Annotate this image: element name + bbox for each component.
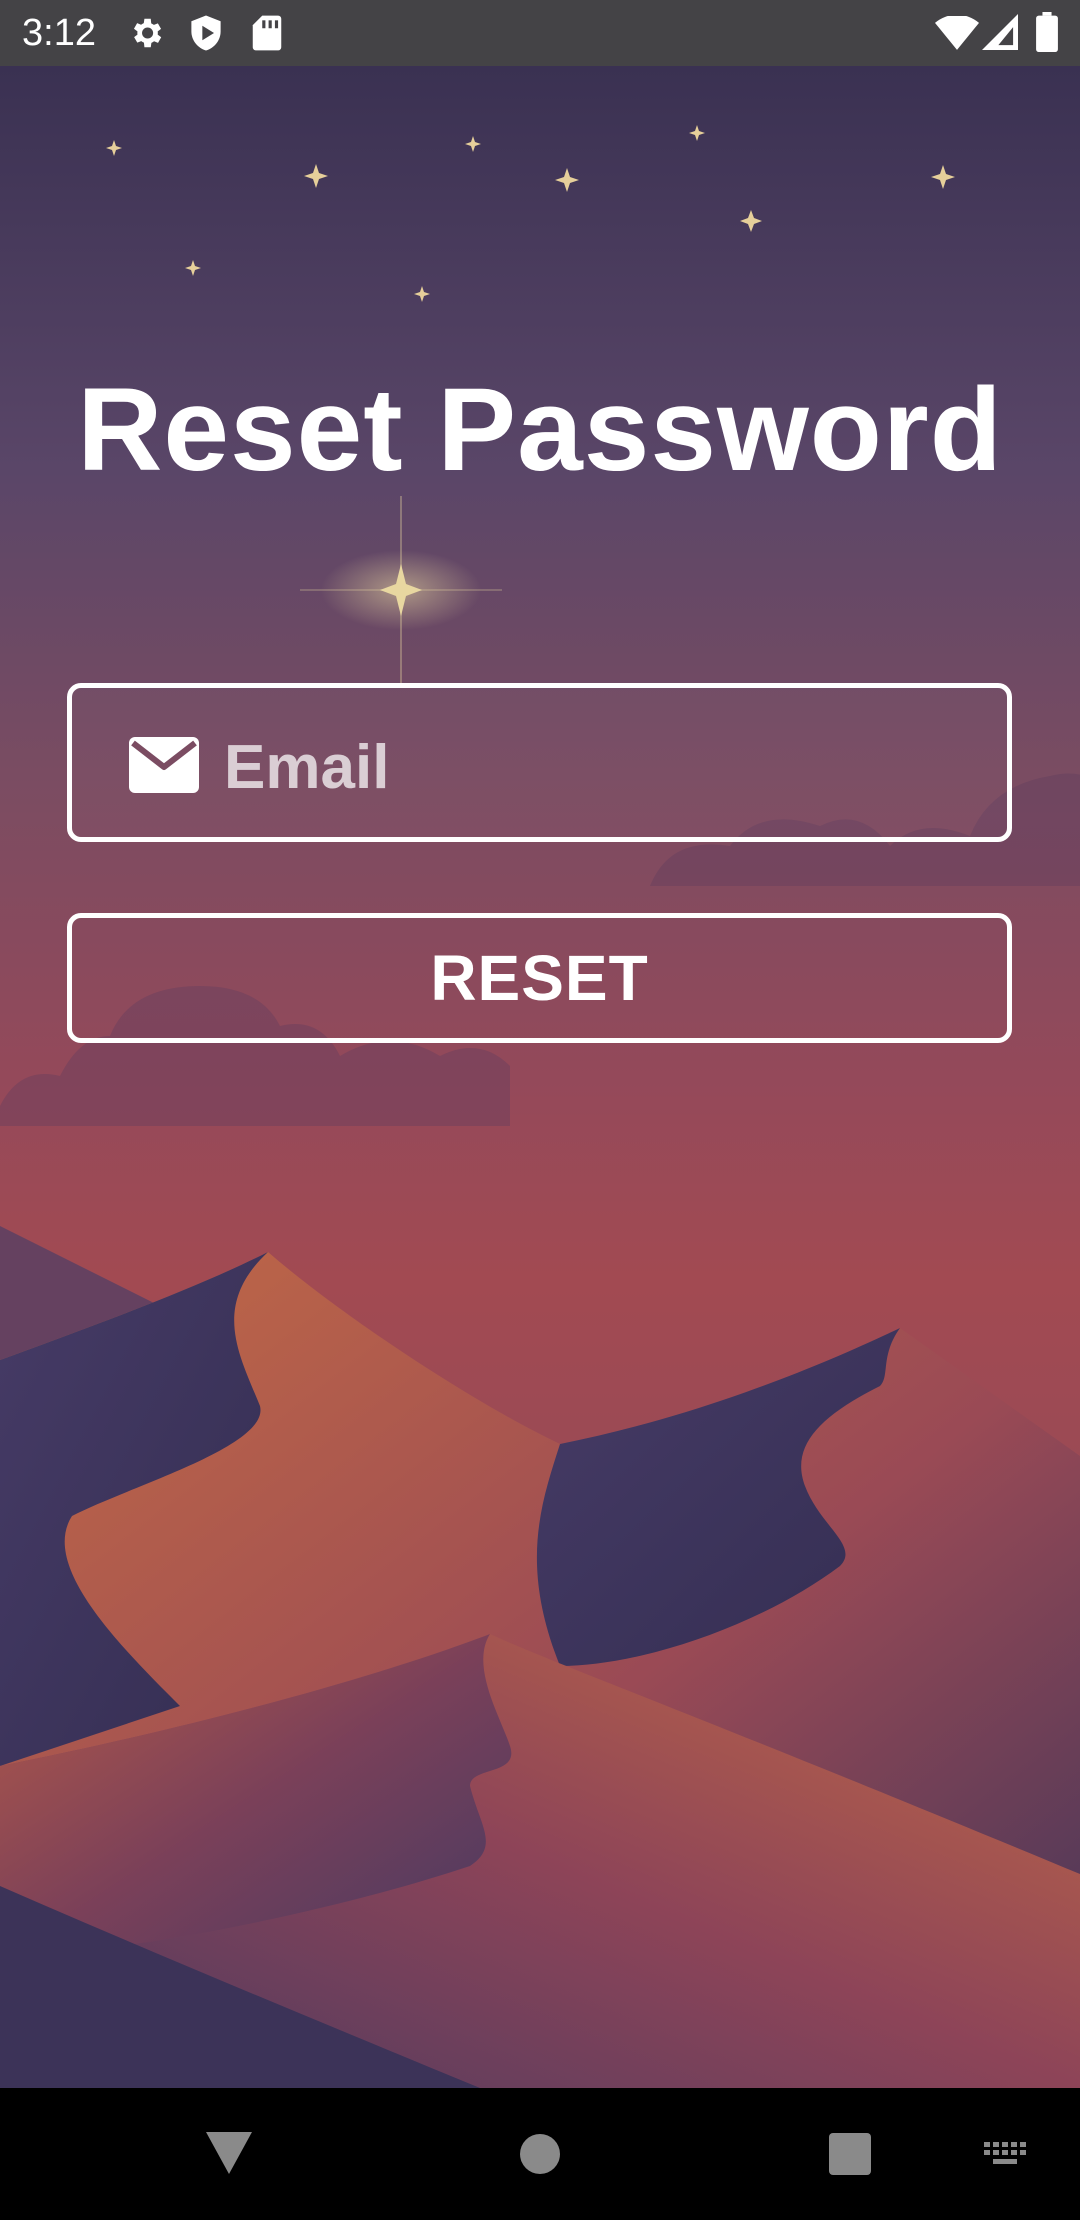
home-icon[interactable] [519,2133,561,2180]
gear-icon [127,14,165,57]
reset-button[interactable]: RESET [67,913,1012,1043]
page-title: Reset Password [77,364,1003,496]
email-input[interactable] [222,716,986,818]
stars [106,125,955,302]
back-icon[interactable] [206,2132,252,2179]
signal-icon [982,14,1018,55]
bright-star [300,496,502,686]
sd-card-icon [251,14,283,57]
keyboard-icon[interactable] [984,2142,1028,2173]
shield-play-icon [188,14,224,57]
mail-icon [129,737,199,793]
battery-icon [1036,12,1058,57]
screen: 3:12 Reset Password Email RESET [0,0,1080,2220]
status-time: 3:12 [22,12,96,54]
email-field[interactable] [67,683,1012,842]
recents-icon[interactable] [829,2133,871,2180]
status-bar: 3:12 [0,0,1080,66]
wifi-icon [935,14,979,55]
navigation-bar [0,2088,1080,2220]
